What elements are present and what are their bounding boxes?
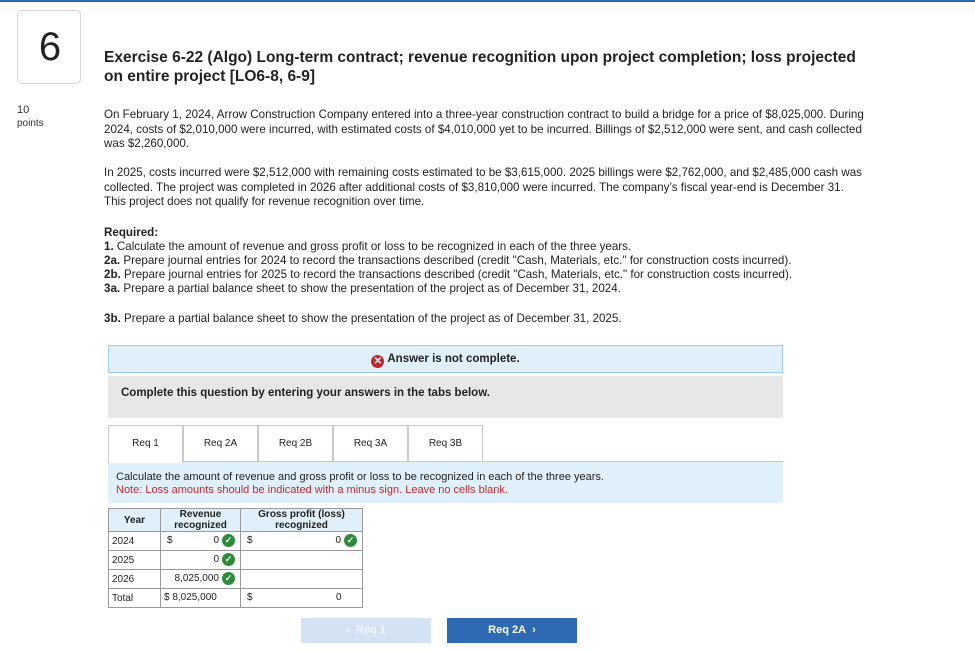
tab-req-2b[interactable]: Req 2B xyxy=(258,425,333,462)
table-header-row: Year Revenue recognized Gross profit (lo… xyxy=(108,508,363,532)
tab-req-1[interactable]: Req 1 xyxy=(108,425,183,463)
total-gross-profit-value: 0 xyxy=(336,592,342,603)
gross-profit-input-2024[interactable]: $0 ✓ xyxy=(240,531,363,551)
required-item-2a: 2a. Prepare journal entries for 2024 to … xyxy=(104,254,792,267)
gross-profit-input-2025[interactable] xyxy=(240,550,363,570)
tab-req-2a[interactable]: Req 2A xyxy=(183,425,258,462)
total-label: Total xyxy=(108,588,161,608)
question-number-box: 6 xyxy=(17,10,81,84)
exercise-title: Exercise 6-22 (Algo) Long-term contract;… xyxy=(104,49,856,85)
currency-symbol: $ xyxy=(247,592,253,603)
prev-button-label: Req 1 xyxy=(355,624,386,636)
required-item-3a: 3a. Prepare a partial balance sheet to s… xyxy=(104,282,621,295)
panel-note: Note: Loss amounts should be indicated w… xyxy=(116,484,508,496)
required-heading: Required: xyxy=(104,226,159,239)
row-year: 2024 xyxy=(108,531,161,551)
x-circle-icon: ✕ xyxy=(371,355,385,368)
tab-panel-instructions: Calculate the amount of revenue and gros… xyxy=(108,461,783,503)
currency-symbol: $ xyxy=(247,535,253,546)
problem-paragraph-1: On February 1, 2024, Arrow Construction … xyxy=(104,108,864,151)
points-value: 10 xyxy=(17,104,30,116)
required-item-1: 1. Calculate the amount of revenue and g… xyxy=(104,240,632,253)
currency-symbol: $ xyxy=(167,535,173,546)
top-accent-line xyxy=(0,0,975,2)
check-icon: ✓ xyxy=(344,534,357,547)
next-button[interactable]: Req 2A › xyxy=(447,618,577,643)
required-item-3b: 3b. Prepare a partial balance sheet to s… xyxy=(104,312,622,325)
total-gross-profit: $0 xyxy=(240,588,363,608)
table-row: 2026 8,025,000 ✓ xyxy=(108,569,363,589)
revenue-value: 0 xyxy=(213,554,219,565)
table-total-row: Total $ 8,025,000 $0 xyxy=(108,588,363,608)
check-icon: ✓ xyxy=(222,534,235,547)
answer-status-banner: ✕ Answer is not complete. xyxy=(108,345,783,373)
check-icon: ✓ xyxy=(222,572,235,585)
total-revenue-value: $ 8,025,000 xyxy=(164,592,217,603)
revenue-table: Year Revenue recognized Gross profit (lo… xyxy=(108,508,363,608)
revenue-value: 8,025,000 xyxy=(174,573,220,584)
header-revenue: Revenue recognized xyxy=(160,508,241,532)
revenue-input-2026[interactable]: 8,025,000 ✓ xyxy=(160,569,241,589)
required-item-2b: 2b. Prepare journal entries for 2025 to … xyxy=(104,268,793,281)
question-number: 6 xyxy=(38,25,62,69)
panel-text: Calculate the amount of revenue and gros… xyxy=(116,471,604,483)
instruction-text: Complete this question by entering your … xyxy=(121,387,490,399)
row-year: 2026 xyxy=(108,569,161,589)
gross-profit-input-2026[interactable] xyxy=(240,569,363,589)
answer-status-text: Answer is not complete. xyxy=(387,353,520,365)
tab-req-3a[interactable]: Req 3A xyxy=(333,425,408,462)
chevron-right-icon: › xyxy=(532,624,536,636)
table-row: 2025 0 ✓ xyxy=(108,550,363,570)
problem-paragraph-2: In 2025, costs incurred were $2,512,000 … xyxy=(104,166,862,209)
header-gross-profit: Gross profit (loss) recognized xyxy=(240,508,363,532)
chevron-left-icon: ‹ xyxy=(346,624,350,636)
revenue-value: 0 xyxy=(213,535,219,546)
tab-req-3b[interactable]: Req 3B xyxy=(408,425,483,462)
prev-button[interactable]: ‹ Req 1 xyxy=(301,618,431,643)
table-row: 2024 $0 ✓ $0 ✓ xyxy=(108,531,363,551)
check-icon: ✓ xyxy=(222,553,235,566)
header-year: Year xyxy=(108,508,161,532)
revenue-input-2024[interactable]: $0 ✓ xyxy=(160,531,241,551)
row-year: 2025 xyxy=(108,550,161,570)
total-revenue: $ 8,025,000 xyxy=(160,588,241,608)
next-button-label: Req 2A xyxy=(488,624,527,636)
revenue-input-2025[interactable]: 0 ✓ xyxy=(160,550,241,570)
instruction-box: Complete this question by entering your … xyxy=(108,376,783,418)
points-label: points xyxy=(17,118,44,129)
gross-profit-value: 0 xyxy=(335,535,341,546)
